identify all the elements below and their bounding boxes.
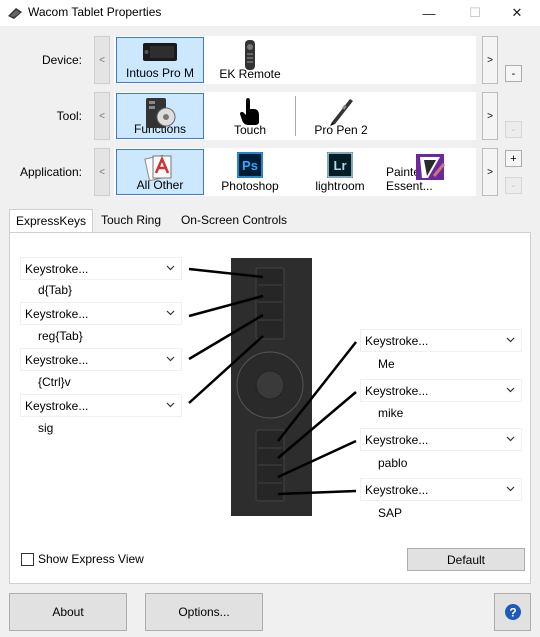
application-item-label: lightroom — [315, 179, 365, 193]
expresskey-dropdown-right-4[interactable]: Keystroke... — [361, 479, 521, 500]
application-item-lightroom[interactable]: Lr lightroom — [296, 149, 384, 195]
tool-strip: Functions Touch Pro Pen 2 — [114, 92, 476, 140]
help-button[interactable]: ? — [494, 593, 531, 631]
dropdown-value: Keystroke... — [25, 352, 89, 367]
application-scroll-right-button[interactable]: > — [482, 148, 498, 196]
device-item-label: Intuos Pro M — [125, 66, 195, 80]
tab-expresskeys[interactable]: ExpressKeys — [9, 209, 93, 233]
chevron-down-icon — [166, 265, 175, 271]
remove-tool-button[interactable]: - — [505, 121, 522, 138]
tab-on-screen-controls[interactable]: On-Screen Controls — [173, 209, 295, 233]
application-label: Application: — [19, 165, 82, 179]
help-icon-text: ? — [509, 606, 516, 620]
application-item-all-other[interactable]: All Other — [116, 149, 204, 195]
all-other-apps-icon — [144, 154, 172, 182]
chevron-down-icon — [506, 436, 515, 442]
wacom-app-icon — [8, 8, 22, 19]
expresskey-dropdown-left-4[interactable]: Keystroke... — [21, 395, 181, 416]
dropdown-value: Keystroke... — [365, 432, 429, 447]
tool-item-pro-pen-2[interactable]: Pro Pen 2 — [297, 93, 385, 139]
expresskey-value-left-3: {Ctrl}v — [38, 375, 71, 389]
chevron-down-icon — [506, 486, 515, 492]
tool-item-functions[interactable]: Functions — [116, 93, 204, 139]
expresskey-value-left-2: reg{Tab} — [38, 329, 83, 343]
application-item-painter-essentials[interactable]: Painter Essent... — [386, 149, 474, 195]
remote-icon — [245, 40, 255, 70]
chevron-down-icon — [166, 310, 175, 316]
tool-label: Tool: — [56, 109, 82, 123]
application-strip: All Other Ps Photoshop Lr lightroom Pain… — [114, 148, 476, 196]
tool-separator — [295, 96, 296, 136]
tool-scroll-right-button[interactable]: > — [482, 92, 498, 140]
tab-touch-ring[interactable]: Touch Ring — [95, 209, 167, 233]
expresskey-value-right-1: Me — [378, 357, 395, 371]
expresskey-dropdown-left-2[interactable]: Keystroke... — [21, 303, 181, 324]
dropdown-value: Keystroke... — [25, 398, 89, 413]
dropdown-value: Keystroke... — [365, 333, 429, 348]
maximize-button[interactable]: ☐ — [452, 0, 498, 26]
chevron-down-icon — [166, 402, 175, 408]
lightroom-icon: Lr — [327, 152, 353, 178]
expresskey-dropdown-right-3[interactable]: Keystroke... — [361, 429, 521, 450]
functions-icon — [146, 98, 176, 128]
pen-icon — [330, 99, 353, 126]
expresskey-dropdown-right-1[interactable]: Keystroke... — [361, 330, 521, 351]
device-scroll-left-button[interactable]: < — [94, 36, 110, 84]
lightroom-icon-text: Lr — [334, 158, 347, 173]
photoshop-icon: Ps — [237, 152, 263, 178]
device-label: Device: — [41, 53, 82, 67]
expresskey-value-right-4: SAP — [378, 506, 403, 520]
tool-scroll-left-button[interactable]: < — [94, 92, 110, 140]
dropdown-value: Keystroke... — [25, 261, 89, 276]
add-application-button[interactable]: + — [505, 150, 522, 167]
expresskey-dropdown-right-2[interactable]: Keystroke... — [361, 380, 521, 401]
tool-item-touch[interactable]: Touch — [206, 93, 294, 139]
window-title: Wacom Tablet Properties — [28, 5, 162, 19]
remove-application-button[interactable]: - — [505, 177, 522, 194]
expresskey-value-right-2: mike — [378, 406, 404, 420]
expresskey-dropdown-left-3[interactable]: Keystroke... — [21, 349, 181, 370]
default-button[interactable]: Default — [407, 548, 525, 571]
close-button[interactable]: ✕ — [494, 0, 540, 26]
dropdown-value: Keystroke... — [365, 482, 429, 497]
painter-icon — [416, 154, 446, 180]
remove-device-button[interactable]: - — [505, 65, 522, 82]
about-button[interactable]: About — [9, 593, 127, 631]
minimize-button[interactable]: — — [406, 0, 452, 26]
show-express-view-checkbox[interactable] — [21, 553, 34, 566]
device-strip: Intuos Pro M EK Remote — [114, 36, 476, 84]
help-icon: ? — [504, 604, 521, 620]
dropdown-value: Keystroke... — [365, 383, 429, 398]
application-item-photoshop[interactable]: Ps Photoshop — [206, 149, 294, 195]
options-button[interactable]: Options... — [145, 593, 263, 631]
expresskey-value-left-1: d{Tab} — [38, 283, 73, 297]
title-bar: Wacom Tablet Properties — ☐ ✕ — [0, 0, 540, 26]
touch-hand-icon — [240, 98, 259, 125]
photoshop-icon-text: Ps — [242, 158, 258, 173]
expresskey-value-right-3: pablo — [378, 456, 408, 470]
expresskey-value-left-4: sig — [38, 421, 54, 435]
dropdown-value: Keystroke... — [25, 306, 89, 321]
chevron-down-icon — [506, 337, 515, 343]
device-item-ek-remote[interactable]: EK Remote — [206, 37, 294, 83]
device-scroll-right-button[interactable]: > — [482, 36, 498, 84]
show-express-view-label: Show Express View — [38, 552, 144, 566]
tablet-icon — [143, 43, 177, 61]
device-item-intuos-pro-m[interactable]: Intuos Pro M — [116, 37, 204, 83]
chevron-down-icon — [166, 356, 175, 362]
chevron-down-icon — [506, 387, 515, 393]
application-item-label: Photoshop — [221, 179, 279, 193]
application-scroll-left-button[interactable]: < — [94, 148, 110, 196]
expresskey-dropdown-left-1[interactable]: Keystroke... — [21, 258, 181, 279]
